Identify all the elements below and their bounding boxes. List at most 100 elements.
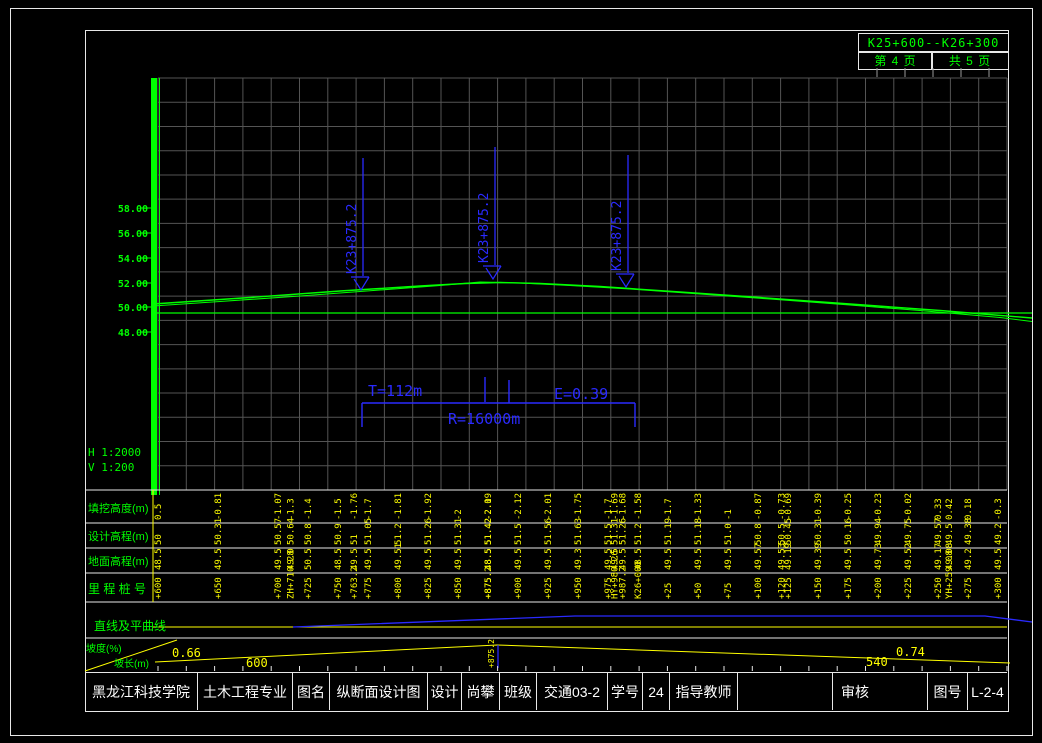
- drawing-sheet: K25+600--K26+300 第 4 页 共 5 页 58.0056.005…: [0, 0, 1042, 743]
- grade-length-1: 600: [246, 656, 268, 670]
- station-label: +987.2: [619, 566, 629, 599]
- design-elev-value: 50.64: [286, 518, 296, 545]
- ground-elev-value: 49.3: [574, 548, 584, 570]
- station-label: +800: [394, 577, 404, 599]
- ground-elev-value: 49.5: [274, 548, 284, 570]
- design-elev-value: 51.26: [619, 518, 629, 545]
- design-elev-value: 50.8: [754, 523, 764, 545]
- station-label: +925: [544, 577, 554, 599]
- curve-e-label: E=0.39: [554, 385, 608, 403]
- design-elev-value: 51.19: [664, 518, 674, 545]
- elevation-tick-label: 52.00: [118, 279, 148, 290]
- design-elev-value: 49.75: [904, 518, 914, 545]
- cut-fill-value: 0.5: [154, 504, 164, 520]
- pvi-marker-label: K23+875.2: [345, 204, 360, 274]
- cut-fill-value: 0.18: [964, 498, 974, 520]
- ground-elev-value: 50.5: [304, 548, 314, 570]
- row-label-cut-fill: 填挖高度(m): [88, 500, 149, 516]
- station-label: +950: [574, 577, 584, 599]
- design-elev-value: 51.26: [424, 518, 434, 545]
- ground-elev-value: 49.17: [934, 543, 944, 570]
- design-elev-value: 51.31: [454, 518, 464, 545]
- grid-layer: [158, 68, 1007, 490]
- cut-fill-value: -1.76: [350, 493, 360, 520]
- elevation-tick-label: 54.00: [118, 254, 148, 265]
- design-elev-value: 49.2: [994, 523, 1004, 545]
- row-label-chainage: 里 程 桩 号: [88, 580, 146, 597]
- cut-fill-value: -1.58: [634, 493, 644, 520]
- title-cell-advisor-label: 指导教师: [670, 673, 738, 710]
- design-elev-value: 50.9: [334, 523, 344, 545]
- design-elev-value: 51.63: [574, 518, 584, 545]
- title-cell-class-label: 班级: [500, 673, 537, 710]
- cut-fill-value: -1.3: [286, 498, 296, 520]
- pvi-marker-arrow: [486, 266, 501, 279]
- station-label: +50: [694, 583, 704, 599]
- design-elev-value: 50.45: [784, 518, 794, 545]
- title-cell-drawingno: L-2-4: [968, 673, 1007, 710]
- design-elev-value: 51.2: [394, 523, 404, 545]
- station-label: +763.2: [350, 566, 360, 599]
- ground-elev-value: 49.5: [544, 548, 554, 570]
- cut-fill-value: -1.75: [574, 493, 584, 520]
- station-label: +300: [994, 577, 1004, 599]
- ground-elev-value: 49.5: [724, 548, 734, 570]
- ground-elev-value: 49.51: [394, 543, 404, 570]
- cut-fill-value: -1.5: [334, 498, 344, 520]
- ground-elev-value: 49.5: [424, 548, 434, 570]
- station-label: +600: [154, 577, 164, 599]
- cut-fill-value: -1.7: [364, 498, 374, 520]
- ground-elev-value: 49.5: [694, 548, 704, 570]
- ground-elev-value: 48.5: [154, 548, 164, 570]
- station-label: +750: [334, 577, 344, 599]
- pvi-marker-arrow: [619, 274, 634, 287]
- title-cell-drawing-name: 纵断面设计图: [330, 673, 428, 710]
- station-label: +850: [454, 577, 464, 599]
- curve-t-label: T=112m: [368, 382, 422, 400]
- pvi-station-label: +875.2: [487, 639, 496, 668]
- table-values: 0.55048.5+600-0.8150.3149.5+650-1.0750.5…: [154, 493, 1004, 599]
- station-label: +150: [814, 577, 824, 599]
- station-label: +175: [844, 577, 854, 599]
- title-cell-school: 黑龙江科技学院: [85, 673, 198, 710]
- ground-elev-value: 49.19: [784, 543, 794, 570]
- title-cell-class: 交通03-2: [537, 673, 608, 710]
- pvi-marker-label: K23+875.2: [477, 193, 492, 263]
- station-label: +900: [514, 577, 524, 599]
- ground-elev-value: 48.5: [334, 548, 344, 570]
- cut-fill-value: 0.42: [945, 498, 955, 520]
- title-cell-major: 土木工程专业: [198, 673, 293, 710]
- ground-elev-value: 49.5: [664, 548, 674, 570]
- cut-fill-value: -0.02: [904, 493, 914, 520]
- cut-fill-value: -0.39: [814, 493, 824, 520]
- station-label: +725: [304, 577, 314, 599]
- station-label: +700: [274, 577, 284, 599]
- title-cell-studentid-label: 学号: [608, 673, 643, 710]
- station-label: +100: [754, 577, 764, 599]
- elevation-tick-label: 56.00: [118, 229, 148, 240]
- station-label: +200: [874, 577, 884, 599]
- cut-fill-value: -1.07: [274, 493, 284, 520]
- row-label-design-elevation: 设计高程(m): [88, 528, 149, 544]
- station-label: YH+259.08: [945, 550, 955, 599]
- design-elev-value: 51.0: [724, 523, 734, 545]
- scale-horizontal: H 1:2000: [88, 446, 141, 459]
- cut-fill-value: -2.1: [484, 498, 494, 520]
- grade-value-1: 0.66: [172, 646, 201, 660]
- station-label: +825: [424, 577, 434, 599]
- cut-fill-value: -0.3: [994, 498, 1004, 520]
- design-elev-value: 49.57: [934, 518, 944, 545]
- ground-elev-value: 49.73: [874, 543, 884, 570]
- design-elev-value: 51.2: [634, 523, 644, 545]
- design-elev-value: 49.5: [945, 523, 955, 545]
- design-elev-value: 50.31: [814, 518, 824, 545]
- station-label: +225: [904, 577, 914, 599]
- cut-fill-value: -1.92: [424, 493, 434, 520]
- title-cell-drawingno-label: 图号: [928, 673, 968, 710]
- ground-elev-value: 49.39: [814, 543, 824, 570]
- cut-fill-value: -0.81: [214, 493, 224, 520]
- design-elev-value: 51.5: [514, 523, 524, 545]
- title-cell-drawing-name-label: 图名: [293, 673, 330, 710]
- cut-fill-value: -1.81: [394, 493, 404, 520]
- ground-elev-value: 49.57: [754, 543, 764, 570]
